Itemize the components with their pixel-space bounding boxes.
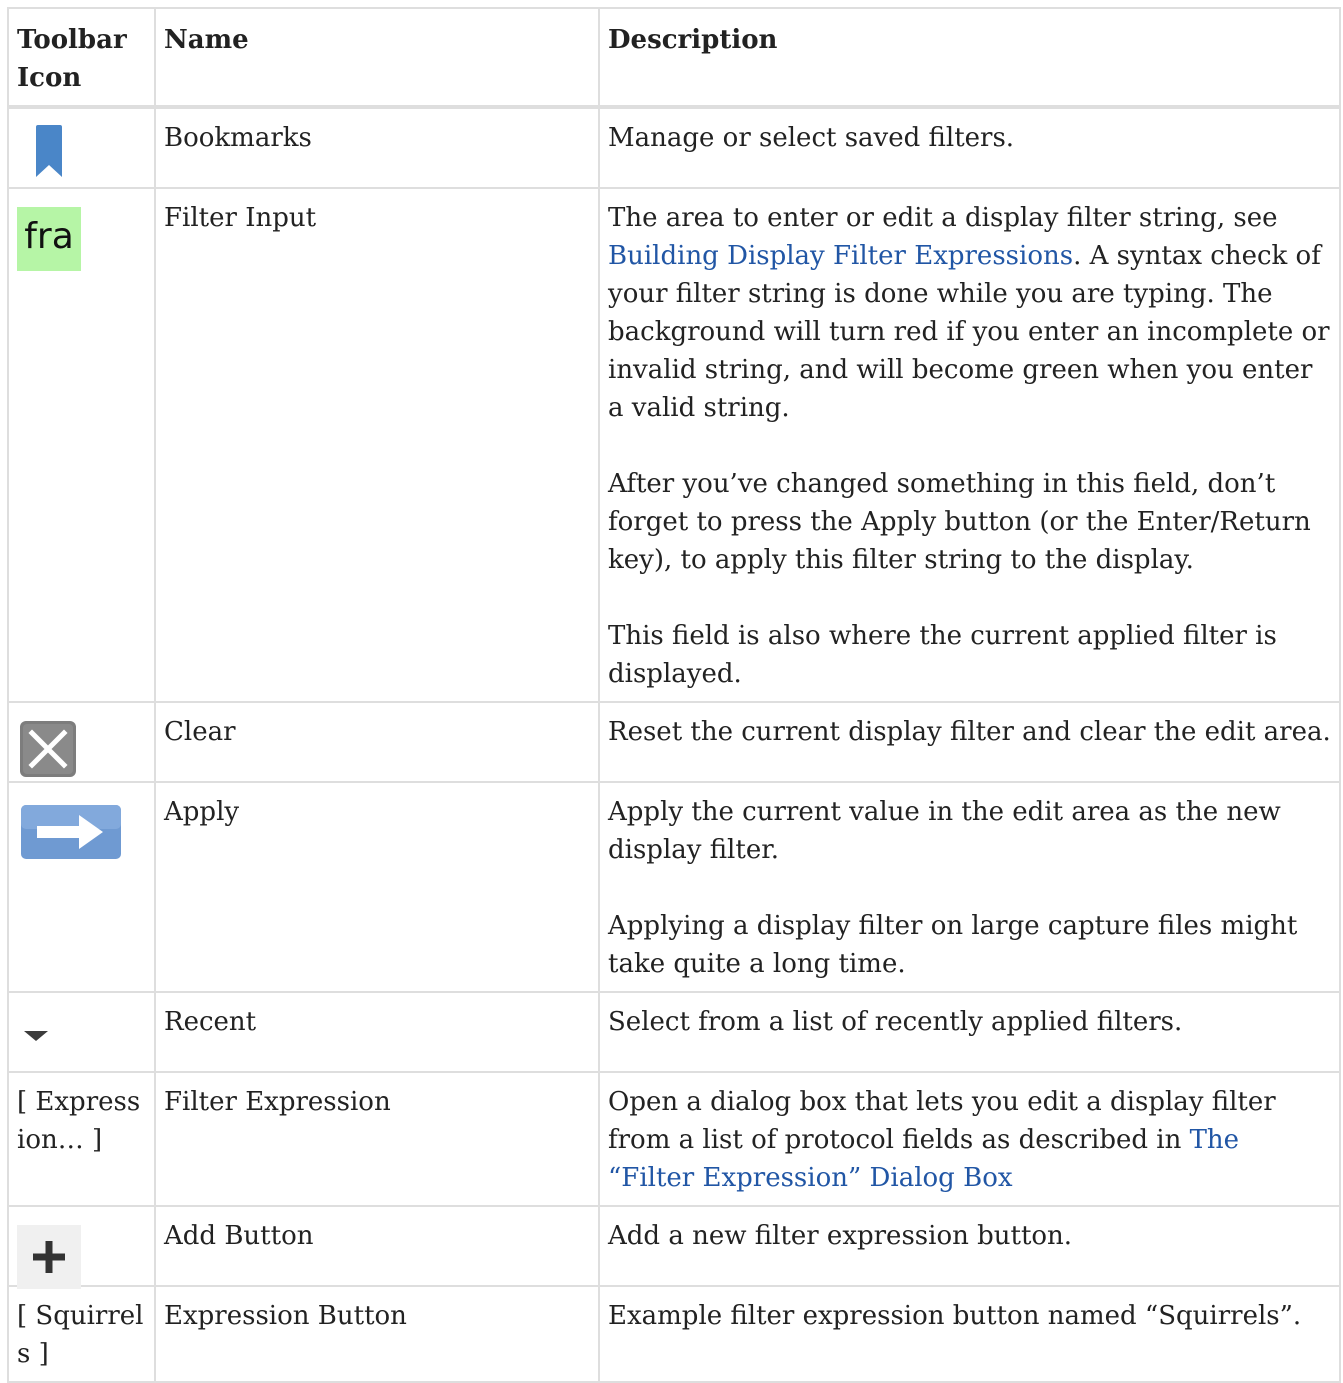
description-text: Reset the current display filter and cle… — [608, 717, 1331, 747]
table-row: [ Expression… ] Filter Expression Open a… — [7, 1071, 1341, 1207]
table-row: Apply Apply the current value in the edi… — [7, 781, 1341, 993]
clear-icon — [20, 721, 76, 777]
icon-cell — [7, 991, 156, 1073]
description-text: Manage or select saved filters. — [608, 123, 1015, 153]
description-paragraph: Apply the current value in the edit area… — [608, 797, 1281, 865]
table-header-row: Toolbar Icon Name Description — [7, 7, 1341, 109]
description-cell: Add a new filter expression button. — [598, 1205, 1341, 1287]
header-description: Description — [598, 7, 1341, 109]
name-cell: Bookmarks — [154, 106, 600, 189]
name-cell: Clear — [154, 701, 600, 783]
description-cell: Example filter expression button named “… — [598, 1285, 1341, 1383]
toolbar-reference-table: Toolbar Icon Name Description Bookmarks … — [7, 7, 1341, 1383]
icon-cell — [7, 701, 156, 783]
description-paragraph: After you’ve changed something in this f… — [608, 469, 1311, 575]
description-cell: Select from a list of recently applied f… — [598, 991, 1341, 1073]
icon-cell — [7, 106, 156, 189]
table-row: Add Button Add a new filter expression b… — [7, 1205, 1341, 1289]
table-row: Recent Select from a list of recently ap… — [7, 991, 1341, 1073]
bookmark-icon — [36, 125, 62, 177]
description-text: Example filter expression button named “… — [608, 1301, 1302, 1331]
icon-cell — [7, 781, 156, 993]
description-cell: Reset the current display filter and cle… — [598, 701, 1341, 783]
filter-input-icon: fra — [17, 207, 81, 271]
table-row: Clear Reset the current display filter a… — [7, 701, 1341, 783]
table-row: fra Filter Input The area to enter or ed… — [7, 187, 1341, 703]
description-cell: Apply the current value in the edit area… — [598, 781, 1341, 993]
name-cell: Filter Expression — [154, 1071, 600, 1207]
table-row: Bookmarks Manage or select saved filters… — [7, 106, 1341, 189]
description-cell: The area to enter or edit a display filt… — [598, 187, 1341, 703]
description-paragraph: The area to enter or edit a display filt… — [608, 199, 1331, 427]
apply-arrow-icon — [21, 805, 121, 859]
description-cell: Open a dialog box that lets you edit a d… — [598, 1071, 1341, 1207]
icon-cell — [7, 1205, 156, 1289]
description-paragraph: Applying a display filter on large captu… — [608, 911, 1298, 979]
dropdown-arrow-icon — [24, 1031, 48, 1041]
squirrels-button-label: [ Squirrels ] — [7, 1285, 156, 1383]
description-paragraph: This field is also where the current app… — [608, 621, 1277, 689]
name-cell: Recent — [154, 991, 600, 1073]
description-text: Select from a list of recently applied f… — [608, 1007, 1183, 1037]
building-display-filter-expressions-link[interactable]: Building Display Filter Expressions — [608, 241, 1073, 271]
name-cell: Apply — [154, 781, 600, 993]
name-cell: Add Button — [154, 1205, 600, 1287]
icon-cell: fra — [7, 187, 156, 703]
description-cell: Manage or select saved filters. — [598, 106, 1341, 189]
plus-icon — [17, 1225, 81, 1289]
name-cell: Filter Input — [154, 187, 600, 703]
table-row: [ Squirrels ] Expression Button Example … — [7, 1285, 1341, 1383]
header-toolbar-icon: Toolbar Icon — [7, 7, 156, 109]
description-text: Open a dialog box that lets you edit a d… — [608, 1087, 1276, 1155]
header-name: Name — [154, 7, 600, 109]
description-paragraph: Open a dialog box that lets you edit a d… — [608, 1083, 1331, 1197]
description-text: The area to enter or edit a display filt… — [608, 203, 1278, 233]
name-cell: Expression Button — [154, 1285, 600, 1383]
expression-button-label: [ Expression… ] — [7, 1071, 156, 1207]
description-text: Add a new filter expression button. — [608, 1221, 1073, 1251]
